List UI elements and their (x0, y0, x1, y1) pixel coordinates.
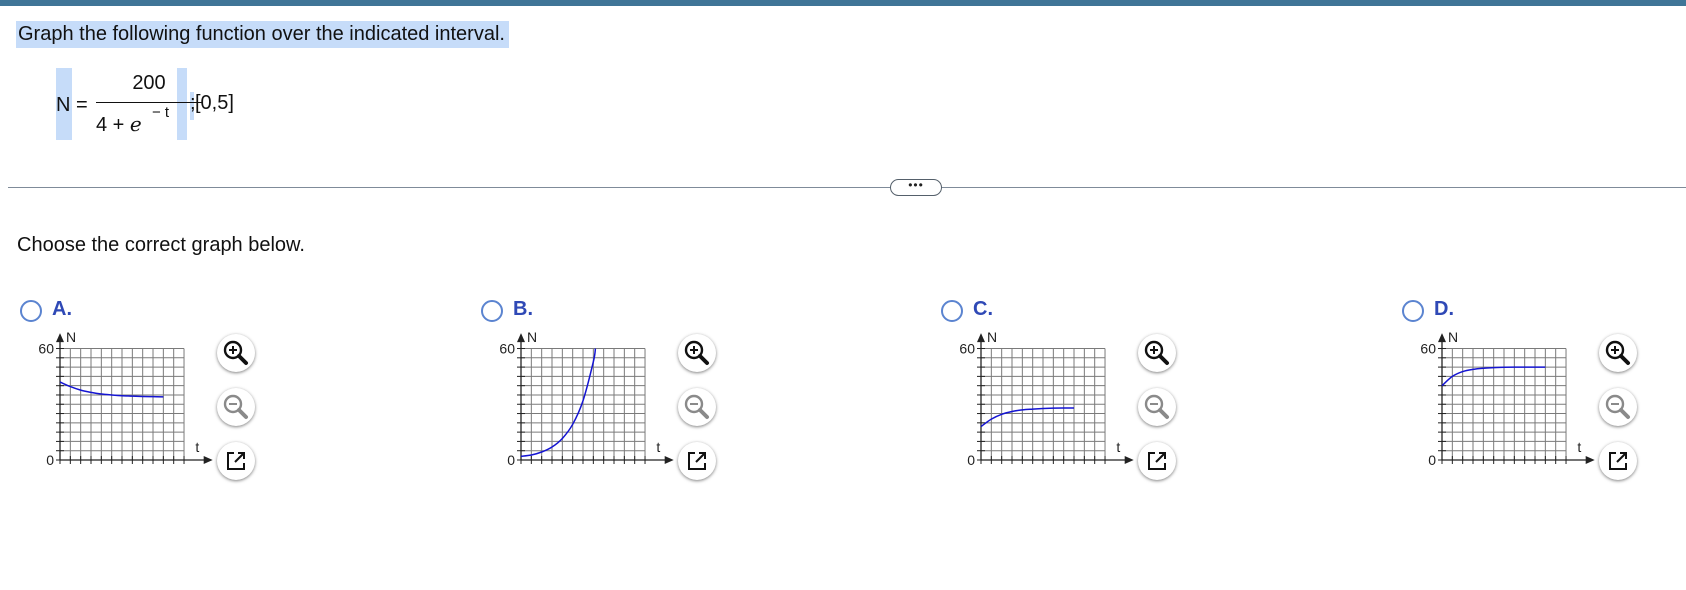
x-min-label: 0 (977, 467, 985, 470)
formula-denominator: 4 + e (96, 112, 142, 137)
y-max-label: 60 (499, 341, 515, 357)
option-label[interactable]: B. (513, 298, 533, 321)
x-axis-arrow (1124, 456, 1134, 464)
x-axis-label: t (1577, 439, 1581, 455)
x-max-label: 6 (1101, 467, 1109, 470)
option-label[interactable]: C. (973, 298, 993, 321)
axis-ticks (56, 348, 185, 464)
zoom-out-icon (1144, 394, 1169, 419)
zoom-out-button[interactable] (678, 388, 716, 426)
option-radio[interactable] (1402, 300, 1424, 322)
option-radio[interactable] (941, 300, 963, 322)
x-max-label: 6 (641, 467, 649, 470)
y-max-label: 60 (959, 341, 975, 357)
zoom-out-icon (684, 394, 709, 419)
grid (1442, 348, 1567, 460)
fraction-bar (96, 102, 202, 103)
open-graph-button[interactable] (678, 442, 716, 480)
graph-b: Nt 60 00 6 (499, 330, 674, 470)
question-prompt: Graph the following function over the in… (16, 21, 509, 48)
formula-lhs: N = (56, 94, 88, 116)
expand-button[interactable]: ••• (890, 179, 942, 196)
option-label[interactable]: D. (1434, 298, 1454, 321)
zoom-in-button[interactable] (1599, 334, 1637, 372)
external-link-icon (688, 452, 706, 470)
x-min-label: 0 (56, 467, 64, 470)
x-min-label: 0 (1438, 467, 1446, 470)
denominator-base: e (129, 112, 142, 136)
x-max-label: 6 (1562, 467, 1570, 470)
graph-a: Nt 60 00 6 (38, 330, 213, 470)
open-graph-button[interactable] (1599, 442, 1637, 480)
zoom-in-icon (223, 340, 248, 365)
grid (60, 348, 185, 460)
zoom-in-button[interactable] (678, 334, 716, 372)
y-axis-label: N (1448, 330, 1458, 345)
external-link-icon (1148, 452, 1166, 470)
open-graph-button[interactable] (1138, 442, 1176, 480)
grid (981, 348, 1106, 460)
y-axis-label: N (66, 330, 76, 345)
zoom-in-button[interactable] (1138, 334, 1176, 372)
grid (521, 348, 646, 460)
x-axis-arrow (1585, 456, 1595, 464)
y-min-label: 0 (1428, 452, 1436, 468)
y-axis-label: N (527, 330, 537, 345)
section-divider (8, 187, 1686, 188)
option-radio[interactable] (20, 300, 42, 322)
x-axis-label: t (195, 439, 199, 455)
zoom-in-button[interactable] (217, 334, 255, 372)
y-min-label: 0 (507, 452, 515, 468)
formula-interval: [0,5] (195, 92, 234, 114)
option-label[interactable]: A. (52, 298, 72, 321)
option-a: A. Nt 60 00 6 (17, 296, 317, 496)
open-graph-button[interactable] (217, 442, 255, 480)
option-radio[interactable] (481, 300, 503, 322)
zoom-out-button[interactable] (217, 388, 255, 426)
formula-numerator: 200 (132, 72, 166, 94)
x-max-label: 6 (180, 467, 188, 470)
graph-c: Nt 60 00 6 (959, 330, 1134, 470)
option-c: C. Nt 60 00 6 (938, 296, 1238, 496)
instruction-text: Choose the correct graph below. (17, 234, 305, 256)
top-accent-bar (0, 0, 1686, 6)
axis-ticks (977, 348, 1106, 464)
function-curve (980, 407, 1075, 428)
external-link-icon (1609, 452, 1627, 470)
x-axis-arrow (203, 456, 213, 464)
external-link-icon (227, 452, 245, 470)
function-curve (520, 348, 597, 458)
y-axis-arrow (977, 333, 985, 343)
graph-d: Nt 60 00 6 (1420, 330, 1595, 470)
formula-exponent: − t (152, 104, 170, 121)
zoom-out-button[interactable] (1138, 388, 1176, 426)
y-axis-label: N (987, 330, 997, 345)
option-d: D. Nt 60 00 6 (1399, 296, 1686, 496)
zoom-out-button[interactable] (1599, 388, 1637, 426)
y-axis-arrow (517, 333, 525, 343)
x-axis-arrow (664, 456, 674, 464)
zoom-in-icon (684, 340, 709, 365)
denominator-constant: 4 + (96, 114, 125, 136)
y-axis-arrow (56, 333, 64, 343)
x-axis-label: t (1116, 439, 1120, 455)
x-axis-label: t (656, 439, 660, 455)
x-min-label: 0 (517, 467, 525, 470)
y-max-label: 60 (1420, 341, 1436, 357)
y-axis-arrow (1438, 333, 1446, 343)
zoom-in-icon (1605, 340, 1630, 365)
zoom-out-icon (1605, 394, 1630, 419)
y-min-label: 0 (46, 452, 54, 468)
axis-ticks (1438, 348, 1567, 464)
y-max-label: 60 (38, 341, 54, 357)
zoom-out-icon (223, 394, 248, 419)
zoom-in-icon (1144, 340, 1169, 365)
y-min-label: 0 (967, 452, 975, 468)
option-b: B. Nt 60 00 6 (478, 296, 778, 496)
